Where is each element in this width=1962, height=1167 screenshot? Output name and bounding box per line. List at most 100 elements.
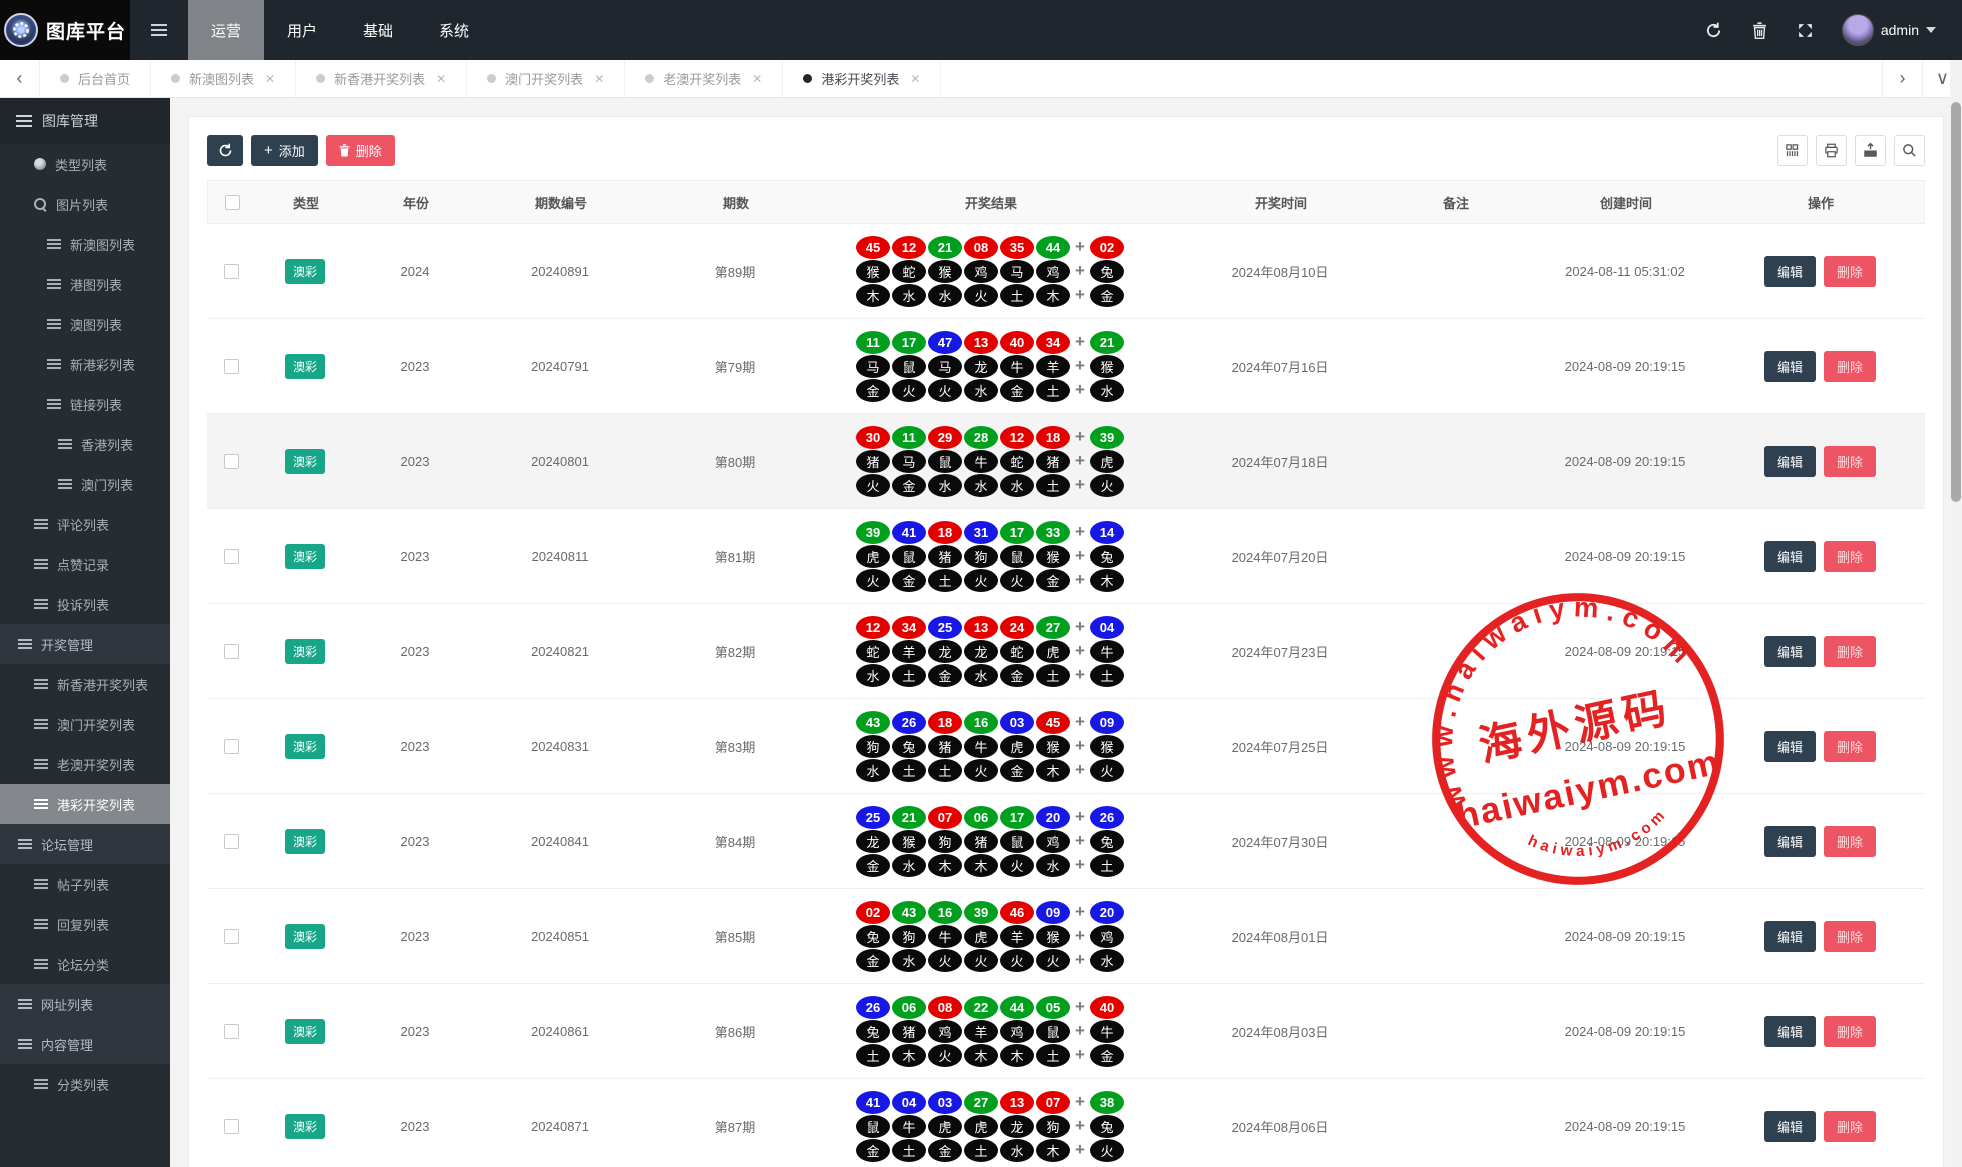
- zodiac-ball: 马: [892, 450, 926, 473]
- plus-sign: +: [1075, 641, 1085, 661]
- nav-item-2[interactable]: 基础: [340, 0, 416, 60]
- tab-2[interactable]: 新香港开奖列表✕: [296, 60, 467, 97]
- row-delete-button[interactable]: 删除: [1824, 1111, 1876, 1142]
- sidebar-item-0[interactable]: 类型列表: [0, 144, 170, 184]
- sidebar-item-18[interactable]: 帖子列表: [0, 864, 170, 904]
- row-checkbox[interactable]: [224, 549, 239, 564]
- fullscreen-icon[interactable]: [1796, 20, 1816, 40]
- edit-button[interactable]: 编辑: [1764, 826, 1816, 857]
- sidebar-item-3[interactable]: 港图列表: [0, 264, 170, 304]
- user-menu[interactable]: admin: [1842, 14, 1936, 46]
- tab-4[interactable]: 老澳开奖列表✕: [625, 60, 783, 97]
- table-header-row: 类型年份期数编号期数开奖结果开奖时间备注创建时间操作: [207, 180, 1925, 224]
- tab-5[interactable]: 港彩开奖列表✕: [783, 60, 941, 97]
- row-delete-button[interactable]: 删除: [1824, 826, 1876, 857]
- row-checkbox[interactable]: [224, 1024, 239, 1039]
- row-delete-button[interactable]: 删除: [1824, 1016, 1876, 1047]
- tab-close-icon[interactable]: ✕: [594, 72, 604, 86]
- sidebar-toggle-button[interactable]: [130, 0, 188, 60]
- sidebar-item-17[interactable]: 论坛管理: [0, 824, 170, 864]
- row-checkbox[interactable]: [224, 264, 239, 279]
- tab-close-icon[interactable]: ✕: [265, 72, 275, 86]
- edit-button[interactable]: 编辑: [1764, 921, 1816, 952]
- number-ball: 39: [856, 521, 890, 544]
- element-ball: 土: [1036, 664, 1070, 687]
- row-checkbox[interactable]: [224, 454, 239, 469]
- edit-button[interactable]: 编辑: [1764, 1016, 1816, 1047]
- edit-button[interactable]: 编辑: [1764, 731, 1816, 762]
- sidebar-item-13[interactable]: 新香港开奖列表: [0, 664, 170, 704]
- edit-button[interactable]: 编辑: [1764, 256, 1816, 287]
- print-button[interactable]: [1816, 135, 1847, 166]
- plus-sign: +: [1075, 427, 1085, 447]
- tab-1[interactable]: 新澳图列表✕: [151, 60, 296, 97]
- select-all-checkbox[interactable]: [225, 195, 240, 210]
- edit-button[interactable]: 编辑: [1764, 636, 1816, 667]
- hamburger-icon: [151, 24, 167, 36]
- nav-item-3[interactable]: 系统: [416, 0, 492, 60]
- row-delete-button[interactable]: 删除: [1824, 351, 1876, 382]
- sidebar-item-10[interactable]: 点赞记录: [0, 544, 170, 584]
- row-checkbox[interactable]: [224, 929, 239, 944]
- sidebar-item-7[interactable]: 香港列表: [0, 424, 170, 464]
- row-delete-button[interactable]: 删除: [1824, 636, 1876, 667]
- result-cell: 260608224405+40兔猪鸡羊鸡鼠+牛土木火木木土+金: [825, 989, 1155, 1074]
- row-delete-button[interactable]: 删除: [1824, 446, 1876, 477]
- edit-button[interactable]: 编辑: [1764, 446, 1816, 477]
- row-checkbox[interactable]: [224, 644, 239, 659]
- tab-3[interactable]: 澳门开奖列表✕: [467, 60, 625, 97]
- trash-icon[interactable]: [1750, 20, 1770, 40]
- scrollbar-thumb[interactable]: [1951, 102, 1961, 502]
- sidebar-item-14[interactable]: 澳门开奖列表: [0, 704, 170, 744]
- sidebar-item-11[interactable]: 投诉列表: [0, 584, 170, 624]
- refresh-icon[interactable]: [1704, 20, 1724, 40]
- tab-close-icon[interactable]: ✕: [436, 72, 446, 86]
- row-delete-button[interactable]: 删除: [1824, 731, 1876, 762]
- page-scrollbar[interactable]: [1950, 60, 1962, 1167]
- row-checkbox[interactable]: [224, 739, 239, 754]
- tabs-scroll-left-button[interactable]: ‹: [0, 60, 40, 97]
- search-button[interactable]: [1894, 135, 1925, 166]
- export-button[interactable]: [1855, 135, 1886, 166]
- sidebar-item-9[interactable]: 评论列表: [0, 504, 170, 544]
- sidebar-item-19[interactable]: 回复列表: [0, 904, 170, 944]
- sidebar-item-4[interactable]: 澳图列表: [0, 304, 170, 344]
- row-delete-button[interactable]: 删除: [1824, 256, 1876, 287]
- edit-button[interactable]: 编辑: [1764, 541, 1816, 572]
- zodiac-line: 马鼠马龙牛羊+猴: [829, 355, 1151, 378]
- zodiac-line: 狗兔猪牛虎猴+猴: [829, 735, 1151, 758]
- sidebar-item-1[interactable]: 图片列表: [0, 184, 170, 224]
- sidebar-item-22[interactable]: 内容管理: [0, 1024, 170, 1064]
- row-checkbox-cell: [207, 1017, 255, 1045]
- row-checkbox[interactable]: [224, 834, 239, 849]
- sidebar-item-20[interactable]: 论坛分类: [0, 944, 170, 984]
- sidebar-item-5[interactable]: 新港彩列表: [0, 344, 170, 384]
- row-checkbox[interactable]: [224, 1119, 239, 1134]
- sidebar-item-2[interactable]: 新澳图列表: [0, 224, 170, 264]
- nav-item-0[interactable]: 运营: [188, 0, 264, 60]
- refresh-table-button[interactable]: [207, 135, 243, 166]
- note-cell: [1405, 550, 1505, 562]
- row-delete-button[interactable]: 删除: [1824, 541, 1876, 572]
- tabs-scroll-right-button[interactable]: ›: [1882, 60, 1922, 97]
- sidebar-item-21[interactable]: 网址列表: [0, 984, 170, 1024]
- edit-button[interactable]: 编辑: [1764, 351, 1816, 382]
- number-ball: 17: [1000, 806, 1034, 829]
- sidebar-item-15[interactable]: 老澳开奖列表: [0, 744, 170, 784]
- row-checkbox[interactable]: [224, 359, 239, 374]
- edit-button[interactable]: 编辑: [1764, 1111, 1816, 1142]
- row-delete-button[interactable]: 删除: [1824, 921, 1876, 952]
- sidebar-header[interactable]: 图库管理: [0, 98, 170, 144]
- sidebar-item-8[interactable]: 澳门列表: [0, 464, 170, 504]
- sidebar-item-6[interactable]: 链接列表: [0, 384, 170, 424]
- columns-toggle-button[interactable]: [1777, 135, 1808, 166]
- tab-0[interactable]: 后台首页: [40, 60, 151, 97]
- sidebar-item-16[interactable]: 港彩开奖列表: [0, 784, 170, 824]
- add-button[interactable]: + 添加: [251, 135, 318, 166]
- nav-item-1[interactable]: 用户: [264, 0, 340, 60]
- tab-close-icon[interactable]: ✕: [752, 72, 762, 86]
- delete-button[interactable]: 删除: [326, 135, 395, 166]
- tab-close-icon[interactable]: ✕: [910, 72, 920, 86]
- sidebar-item-23[interactable]: 分类列表: [0, 1064, 170, 1104]
- sidebar-item-12[interactable]: 开奖管理: [0, 624, 170, 664]
